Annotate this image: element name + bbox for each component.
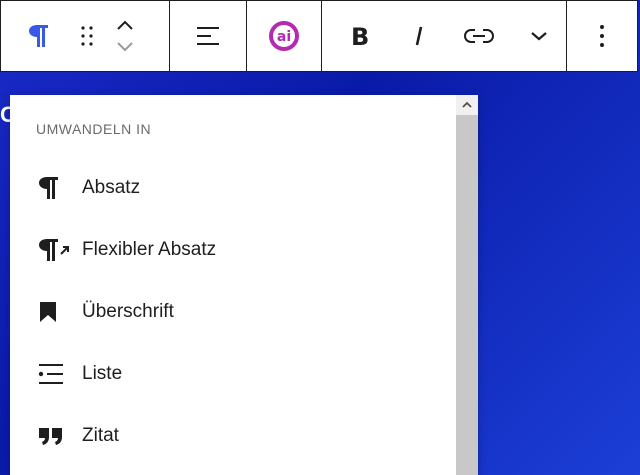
- chevron-up-icon: [461, 96, 473, 114]
- chevron-down-icon: [116, 41, 134, 53]
- transform-item-label: Flexibler Absatz: [82, 239, 217, 260]
- link-button[interactable]: [452, 12, 507, 60]
- bold-icon: B: [349, 24, 369, 48]
- chevron-down-icon: [529, 29, 549, 43]
- align-left-icon: [195, 25, 221, 47]
- block-toolbar: ai B: [0, 0, 638, 72]
- transform-block-button[interactable]: [9, 12, 69, 60]
- quote-icon: [32, 420, 72, 452]
- paragraph-icon: [28, 23, 50, 49]
- align-button[interactable]: [184, 12, 232, 60]
- block-mover: [105, 14, 145, 58]
- options-button[interactable]: [582, 12, 622, 60]
- move-up-button[interactable]: [116, 14, 134, 36]
- scroll-up-button[interactable]: [456, 95, 478, 115]
- transform-item-liste[interactable]: Liste: [32, 350, 452, 398]
- transform-dropdown: UMWANDELN IN Absatz Flexibler Absatz Übe…: [10, 95, 478, 475]
- block-toolbar-group-block: [1, 1, 170, 71]
- scrollbar-thumb[interactable]: [456, 115, 478, 475]
- bookmark-icon: [32, 296, 72, 328]
- background-text-fragment: C: [0, 103, 10, 127]
- ai-assistant-button[interactable]: ai: [260, 12, 308, 60]
- dropdown-scrollbar[interactable]: [456, 95, 478, 475]
- drag-handle-button[interactable]: [69, 12, 105, 60]
- transform-item-flexibler-absatz[interactable]: Flexibler Absatz: [32, 226, 452, 274]
- drag-handle-icon: [80, 25, 94, 47]
- ai-assistant-icon: ai: [268, 20, 300, 52]
- svg-text:B: B: [351, 24, 369, 48]
- transform-item-label: Liste: [82, 363, 123, 384]
- block-toolbar-group-format: B: [322, 1, 567, 71]
- transform-item-label: Zitat: [82, 425, 119, 446]
- transform-item-absatz[interactable]: Absatz: [32, 164, 452, 212]
- transform-item-ueberschrift[interactable]: Überschrift: [32, 288, 452, 336]
- move-down-button[interactable]: [116, 36, 134, 58]
- list-icon: [32, 358, 72, 390]
- block-toolbar-group-align: [170, 1, 247, 71]
- more-vertical-icon: [599, 24, 605, 48]
- transform-item-label: Überschrift: [82, 301, 174, 322]
- chevron-up-icon: [116, 19, 134, 31]
- block-toolbar-group-ai: ai: [247, 1, 322, 71]
- transform-item-zitat[interactable]: Zitat: [32, 412, 452, 460]
- paragraph-arrow-icon: [32, 234, 72, 266]
- block-toolbar-group-options: [567, 1, 637, 71]
- more-rich-text-button[interactable]: [511, 12, 566, 60]
- link-icon: [463, 27, 494, 45]
- transform-item-label: Absatz: [82, 177, 141, 198]
- italic-icon: [412, 24, 426, 48]
- svg-text:ai: ai: [277, 29, 291, 45]
- bold-button[interactable]: B: [332, 12, 387, 60]
- italic-button[interactable]: [392, 12, 447, 60]
- editor-canvas: C ai B UMWANDELN IN Absatz Flexibler Abs…: [0, 0, 640, 475]
- section-label: UMWANDELN IN: [36, 121, 152, 137]
- paragraph-icon: [32, 172, 72, 204]
